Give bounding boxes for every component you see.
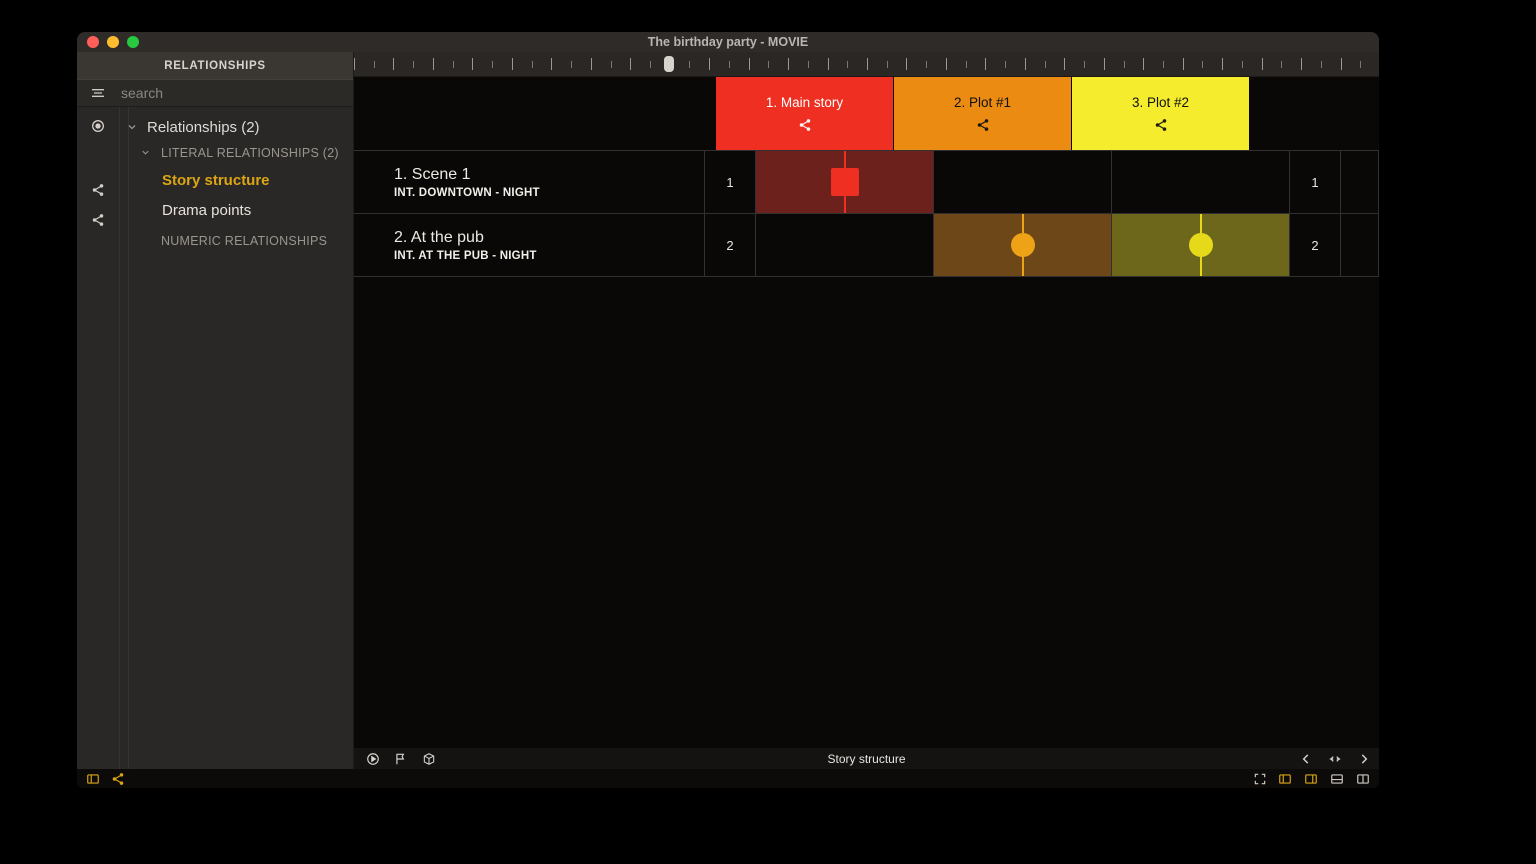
leaf-drama-points[interactable]: Drama points [162, 195, 347, 225]
tree-guide [128, 107, 129, 769]
titlebar: The birthday party - MOVIE [77, 32, 1379, 52]
search-row [77, 79, 353, 107]
plot-cell-2[interactable] [934, 214, 1112, 276]
share-icon[interactable] [77, 205, 119, 235]
menu-icon[interactable] [77, 85, 119, 101]
footer-center-label: Story structure [354, 752, 1379, 766]
flag-icon[interactable] [394, 752, 408, 766]
sheet: 1. Main story 2. Plot #1 3. Plot #2 1. S… [354, 77, 1379, 748]
row-number-right: 1 [1290, 151, 1341, 213]
share-icon [1154, 118, 1168, 132]
row-number-right: 2 [1290, 214, 1341, 276]
slider-thumb[interactable] [664, 56, 674, 72]
scene-cell[interactable]: 1. Scene 1 INT. DOWNTOWN - NIGHT [354, 151, 705, 213]
window-title: The birthday party - MOVIE [77, 35, 1379, 49]
row-number: 2 [705, 214, 756, 276]
sidebar-title: RELATIONSHIPS [77, 52, 353, 79]
plot-header-label: 3. Plot #2 [1132, 95, 1189, 110]
scene-subtitle: INT. DOWNTOWN - NIGHT [394, 187, 540, 199]
table-row[interactable]: 1. Scene 1 INT. DOWNTOWN - NIGHT 1 1 [354, 151, 1379, 214]
cube-icon[interactable] [422, 752, 436, 766]
header-num-col [665, 77, 716, 150]
search-input[interactable] [119, 79, 353, 107]
layout-d-icon[interactable] [1355, 772, 1371, 786]
panel-left-icon[interactable] [85, 772, 101, 786]
scene-title: 1. Scene 1 [394, 166, 471, 184]
appbar [77, 769, 1379, 788]
chevron-left-icon[interactable] [1299, 752, 1313, 766]
header-num-col-right [1250, 77, 1301, 150]
share-icon[interactable] [111, 772, 125, 786]
tree-root-label: Relationships (2) [147, 119, 260, 136]
row-tail [1341, 151, 1379, 213]
header-scene-col [354, 77, 665, 150]
main: 1. Main story 2. Plot #1 3. Plot #2 1. S… [354, 52, 1379, 769]
group-literal[interactable]: LITERAL RELATIONSHIPS (2) [140, 141, 347, 165]
scene-title: 2. At the pub [394, 229, 484, 247]
scene-cell[interactable]: 2. At the pub INT. AT THE PUB - NIGHT [354, 214, 705, 276]
row-tail [1341, 214, 1379, 276]
layout-c-icon[interactable] [1329, 772, 1345, 786]
layout-b-icon[interactable] [1303, 772, 1319, 786]
zoom-icon[interactable] [127, 36, 139, 48]
rail [77, 107, 120, 769]
bead-circle-icon[interactable] [1189, 233, 1213, 257]
plot-header-1[interactable]: 1. Main story [716, 77, 894, 150]
target-icon[interactable] [77, 111, 119, 141]
share-icon [798, 118, 812, 132]
plot-header-label: 2. Plot #1 [954, 95, 1011, 110]
plot-header-2[interactable]: 2. Plot #1 [894, 77, 1072, 150]
plot-header-label: 1. Main story [766, 95, 843, 110]
group-numeric-label: NUMERIC RELATIONSHIPS [161, 234, 327, 248]
minimize-icon[interactable] [107, 36, 119, 48]
sidebar: RELATIONSHIPS [77, 52, 354, 769]
group-literal-label: LITERAL RELATIONSHIPS (2) [161, 146, 339, 160]
header-row: 1. Main story 2. Plot #1 3. Plot #2 [354, 77, 1379, 151]
main-footer: Story structure [354, 748, 1379, 769]
header-tail [1301, 77, 1379, 150]
tree-root[interactable]: Relationships (2) [126, 113, 347, 141]
fullscreen-icon[interactable] [1253, 772, 1267, 786]
fit-width-icon[interactable] [1327, 752, 1343, 766]
plot-cell-1[interactable] [756, 214, 934, 276]
plot-cell-3[interactable] [1112, 214, 1290, 276]
bead-square-icon[interactable] [831, 168, 859, 196]
group-numeric[interactable]: NUMERIC RELATIONSHIPS [140, 229, 347, 253]
plot-cell-1[interactable] [756, 151, 934, 213]
plot-cell-2[interactable] [934, 151, 1112, 213]
plot-cell-3[interactable] [1112, 151, 1290, 213]
layout-a-icon[interactable] [1277, 772, 1293, 786]
bead-circle-icon[interactable] [1011, 233, 1035, 257]
app-window: The birthday party - MOVIE RELATIONSHIPS [77, 32, 1379, 788]
tree: Relationships (2) LITERAL RELATIONSHIPS … [120, 107, 353, 769]
plot-header-3[interactable]: 3. Plot #2 [1072, 77, 1250, 150]
table-row[interactable]: 2. At the pub INT. AT THE PUB - NIGHT 2 … [354, 214, 1379, 277]
share-icon[interactable] [77, 175, 119, 205]
chevron-down-icon [140, 147, 153, 160]
leaf-story-structure[interactable]: Story structure [162, 165, 347, 195]
play-icon[interactable] [366, 752, 380, 766]
timeline-ruler[interactable] [354, 52, 1379, 77]
close-icon[interactable] [87, 36, 99, 48]
scene-subtitle: INT. AT THE PUB - NIGHT [394, 250, 537, 262]
share-icon [976, 118, 990, 132]
chevron-right-icon[interactable] [1357, 752, 1371, 766]
row-number: 1 [705, 151, 756, 213]
